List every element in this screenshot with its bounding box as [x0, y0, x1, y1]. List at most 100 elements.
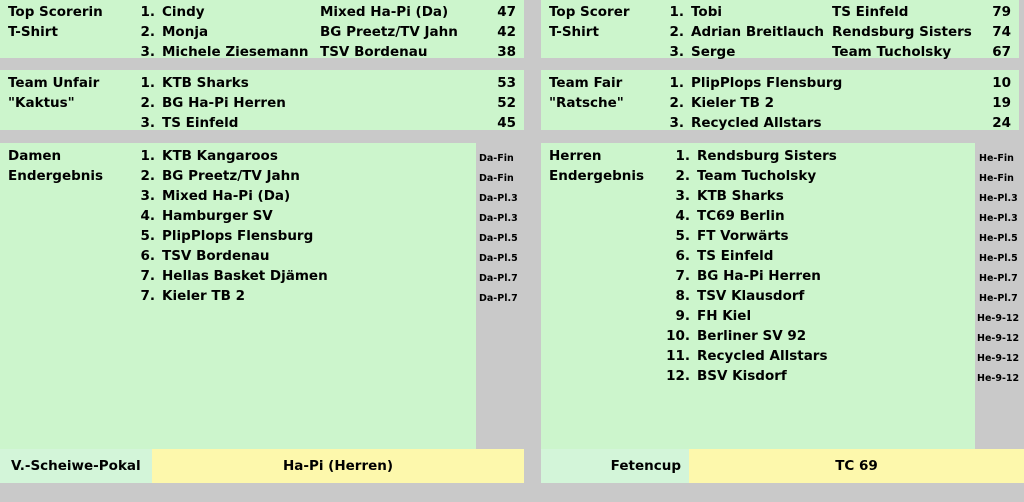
- team-name-cell: PlipPlops Flensburg: [691, 75, 843, 91]
- team-name-cell: BG Ha-Pi Herren: [162, 95, 286, 111]
- rank-cell: 1.: [140, 148, 155, 164]
- rank-cell: 5.: [140, 228, 155, 244]
- rank-cell: 5.: [675, 228, 690, 244]
- rank-cell: 1.: [140, 4, 155, 20]
- rank-cell: 4.: [675, 208, 690, 224]
- section-caption-line1: Herren: [549, 148, 602, 164]
- table-row: 5. PlipPlops Flensburg: [0, 226, 476, 246]
- table-row: 12. BSV Kisdorf: [541, 366, 975, 386]
- left-top-scorer-block: Top Scorerin 1. Cindy Mixed Ha-Pi (Da) 4…: [0, 0, 524, 60]
- right-cup-label-cell: Fetencup: [541, 449, 689, 483]
- right-top-scorer-block: Top Scorer 1. Tobi TS Einfeld 79 T-Shirt…: [541, 0, 1019, 60]
- score-cell: 10: [992, 75, 1011, 91]
- team-name-cell: FT Vorwärts: [697, 228, 789, 244]
- table-row: 7. BG Ha-Pi Herren: [541, 266, 975, 286]
- table-row: Endergebnis 2. BG Preetz/TV Jahn: [0, 166, 476, 186]
- table-row: 4. TC69 Berlin: [541, 206, 975, 226]
- player-name-cell: Adrian Breitlauch: [691, 24, 824, 40]
- rank-cell: 12.: [666, 368, 690, 384]
- table-row: 3. Recycled Allstars 24: [541, 113, 1019, 133]
- rank-cell: 3.: [669, 115, 684, 131]
- table-row: 3. TS Einfeld 45: [0, 113, 524, 133]
- team-name-cell: BG Preetz/TV Jahn: [320, 24, 458, 40]
- left-panel: Top Scorerin 1. Cindy Mixed Ha-Pi (Da) 4…: [0, 0, 524, 502]
- standings-note: Da-Fin: [479, 173, 514, 184]
- table-row: T-Shirt 2. Monja BG Preetz/TV Jahn 42: [0, 22, 524, 42]
- right-cup-winner-cell: TC 69: [689, 449, 1024, 483]
- team-name-cell: TSV Bordenau: [320, 44, 428, 60]
- cup-label: Fetencup: [610, 458, 681, 474]
- team-name-cell: Berliner SV 92: [697, 328, 807, 344]
- rank-cell: 9.: [675, 308, 690, 324]
- standings-note: He-9-12: [977, 373, 1020, 384]
- rank-cell: 7.: [675, 268, 690, 284]
- table-row: Top Scorer 1. Tobi TS Einfeld 79: [541, 2, 1019, 22]
- cup-label: V.-Scheiwe-Pokal: [11, 458, 141, 474]
- section-caption-line1: Top Scorerin: [8, 4, 103, 20]
- section-caption-line2: Endergebnis: [8, 168, 104, 184]
- right-cup-bar: Fetencup TC 69: [541, 449, 1024, 483]
- player-name-cell: Cindy: [162, 4, 205, 20]
- table-row: Damen 1. KTB Kangaroos: [0, 146, 476, 166]
- table-row: T-Shirt 2. Adrian Breitlauch Rendsburg S…: [541, 22, 1019, 42]
- table-row: 4. Hamburger SV: [0, 206, 476, 226]
- score-cell: 42: [497, 24, 516, 40]
- table-row: "Kaktus" 2. BG Ha-Pi Herren 52: [0, 93, 524, 113]
- team-name-cell: Hamburger SV: [162, 208, 273, 224]
- rank-cell: 3.: [140, 188, 155, 204]
- table-row: 7. Hellas Basket Djämen: [0, 266, 476, 286]
- rank-cell: 1.: [669, 4, 684, 20]
- section-caption-line1: Team Fair: [549, 75, 623, 91]
- rank-cell: 1.: [669, 75, 684, 91]
- score-cell: 24: [992, 115, 1011, 131]
- table-row: 5. FT Vorwärts: [541, 226, 975, 246]
- rank-cell: 6.: [140, 248, 155, 264]
- team-name-cell: Rendsburg Sisters: [697, 148, 837, 164]
- table-row: 8. TSV Klausdorf: [541, 286, 975, 306]
- table-row: Endergebnis 2. Team Tucholsky: [541, 166, 975, 186]
- team-name-cell: PlipPlops Flensburg: [162, 228, 314, 244]
- table-row: Team Fair 1. PlipPlops Flensburg 10: [541, 73, 1019, 93]
- rank-cell: 7.: [140, 268, 155, 284]
- left-standings-notes-strip: Da-Fin Da-Fin Da-Pl.3 Da-Pl.3 Da-Pl.5 Da…: [476, 143, 524, 455]
- right-standings-notes-strip: He-Fin He-Fin He-Pl.3 He-Pl.3 He-Pl.5 He…: [975, 143, 1024, 455]
- table-row: 11. Recycled Allstars: [541, 346, 975, 366]
- team-name-cell: Rendsburg Sisters: [832, 24, 972, 40]
- table-row: 10. Berliner SV 92: [541, 326, 975, 346]
- team-name-cell: TC69 Berlin: [697, 208, 785, 224]
- rank-cell: 3.: [140, 44, 155, 60]
- left-cup-winner-cell: Ha-Pi (Herren): [152, 449, 524, 483]
- table-row: 6. TS Einfeld: [541, 246, 975, 266]
- section-caption-line1: Team Unfair: [8, 75, 100, 91]
- player-name-cell: Tobi: [691, 4, 722, 20]
- table-row: 9. FH Kiel: [541, 306, 975, 326]
- team-name-cell: Recycled Allstars: [697, 348, 828, 364]
- standings-note: He-Pl.7: [979, 293, 1018, 304]
- team-name-cell: KTB Sharks: [697, 188, 784, 204]
- team-name-cell: FH Kiel: [697, 308, 752, 324]
- player-name-cell: Monja: [162, 24, 209, 40]
- table-row: 3. KTB Sharks: [541, 186, 975, 206]
- rank-cell: 2.: [675, 168, 690, 184]
- standings-note: Da-Pl.7: [479, 293, 518, 304]
- left-team-award-block: Team Unfair 1. KTB Sharks 53 "Kaktus" 2.…: [0, 70, 524, 133]
- team-name-cell: Kieler TB 2: [162, 288, 245, 304]
- rank-cell: 6.: [675, 248, 690, 264]
- score-cell: 38: [497, 44, 516, 60]
- right-panel: Top Scorer 1. Tobi TS Einfeld 79 T-Shirt…: [541, 0, 1024, 502]
- section-caption-line2: "Ratsche": [549, 95, 624, 111]
- rank-cell: 1.: [675, 148, 690, 164]
- standings-note: He-9-12: [977, 333, 1020, 344]
- team-name-cell: Recycled Allstars: [691, 115, 822, 131]
- team-name-cell: Hellas Basket Djämen: [162, 268, 328, 284]
- table-row: 3. Serge Team Tucholsky 67: [541, 42, 1019, 62]
- standings-note: Da-Pl.3: [479, 193, 518, 204]
- standings-note: Da-Fin: [479, 153, 514, 164]
- rank-cell: 7.: [140, 288, 155, 304]
- team-name-cell: Mixed Ha-Pi (Da): [320, 4, 449, 20]
- score-cell: 53: [497, 75, 516, 91]
- table-row: Team Unfair 1. KTB Sharks 53: [0, 73, 524, 93]
- team-name-cell: TSV Bordenau: [162, 248, 270, 264]
- standings-note: He-Pl.5: [979, 233, 1018, 244]
- team-name-cell: Team Tucholsky: [697, 168, 817, 184]
